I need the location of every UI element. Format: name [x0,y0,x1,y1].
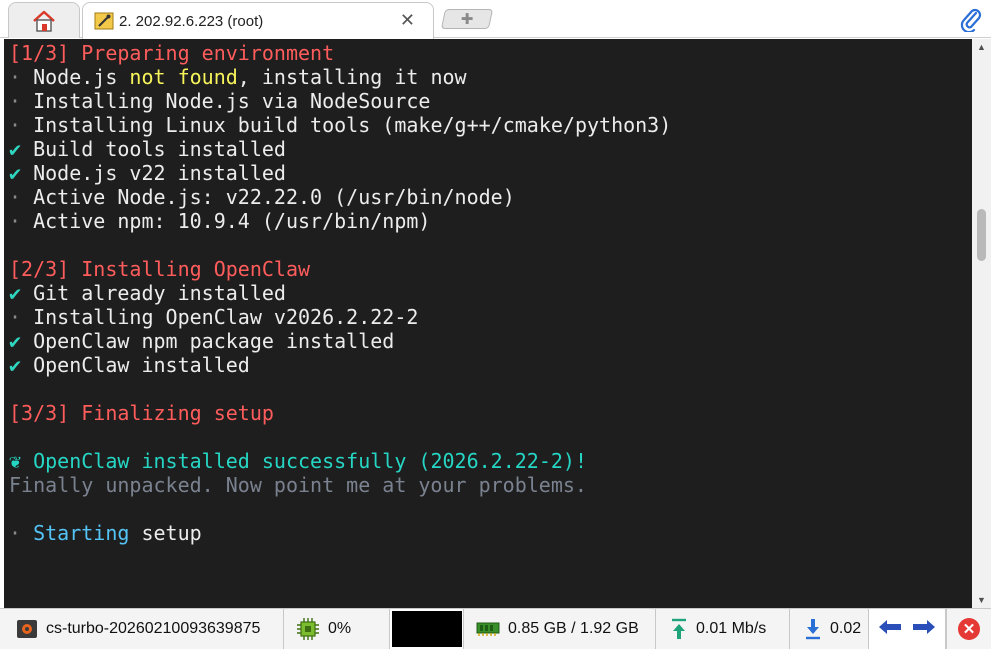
scroll-up-arrow-icon[interactable]: ▲ [972,39,991,55]
terminal-line: ✔ Node.js v22 installed [9,161,972,185]
arrow-left-icon[interactable] [877,618,903,641]
terminal-text-segment: · [9,209,34,233]
terminal-line: ✔ OpenClaw npm package installed [9,329,972,353]
terminal-text-segment: · [9,305,34,329]
status-bar: cs-turbo-20260210093639875 0% 0.85 GB / … [0,608,991,649]
terminal-text-segment: Build tools installed [33,137,286,161]
terminal-line: · Installing Linux build tools (make/g++… [9,113,972,137]
arrow-right-icon[interactable] [911,618,937,641]
terminal-tab-icon [93,11,115,31]
download-arrow-icon [804,618,822,640]
terminal-line: Finally unpacked. Now point me at your p… [9,473,972,497]
terminal-line: · Active Node.js: v22.22.0 (/usr/bin/nod… [9,185,972,209]
terminal-text-segment: , installing it now [237,65,467,89]
server-icon [16,619,38,639]
terminal-text-segment: ✔ [9,353,34,377]
home-icon [33,10,55,32]
terminal-text-segment: [1/3] Preparing environment [9,41,335,65]
terminal-text-segment: · [9,65,34,89]
upload-segment[interactable]: 0.01 Mb/s [656,609,790,649]
terminal-text-segment: not found [129,65,238,89]
tab-bar: 2. 202.92.6.223 (root) ✕ ✚ [0,0,991,39]
terminal-text-segment: Starting [33,521,130,545]
terminal-text-segment: [2/3] Installing OpenClaw [9,257,311,281]
host-segment[interactable]: cs-turbo-20260210093639875 [0,609,284,649]
terminal-line: ✔ Build tools installed [9,137,972,161]
terminal-text-segment: Node.js [33,65,130,89]
terminal-text-segment: · [9,89,34,113]
terminal-line: · Starting setup [9,521,972,545]
close-session-segment[interactable]: ✕ [946,609,991,649]
new-tab-button[interactable]: ✚ [440,9,494,29]
memory-usage-label: 0.85 GB / 1.92 GB [508,620,639,637]
scroll-down-arrow-icon[interactable]: ▼ [972,592,991,608]
terminal-line: · Node.js not found, installing it now [9,65,972,89]
plus-icon: ✚ [460,10,474,28]
terminal-text-segment: OpenClaw npm package installed [33,329,395,353]
terminal-text-segment: [3/3] Finalizing setup [9,401,274,425]
cpu-graph-canvas [392,611,462,647]
vertical-scrollbar[interactable]: ▲ ▼ [972,39,991,608]
terminal-line: · Installing Node.js via NodeSource [9,89,972,113]
session-tab[interactable]: 2. 202.92.6.223 (root) ✕ [82,2,434,39]
terminal-text-segment: setup [129,521,202,545]
memory-segment[interactable]: 0.85 GB / 1.92 GB [464,609,656,649]
terminal-text-segment: ❦ [9,449,34,473]
cpu-graph [390,609,464,649]
close-tab-icon[interactable]: ✕ [400,11,415,29]
cpu-usage-label: 0% [328,620,352,637]
terminal-text-segment: OpenClaw installed [33,353,250,377]
terminal-text-segment: · [9,521,34,545]
paperclip-icon[interactable] [959,6,983,34]
cpu-icon [296,617,320,641]
statusbar-scroll-arrows [868,609,946,649]
terminal-line: · Installing OpenClaw v2026.2.22-2 [9,305,972,329]
terminal-text-segment: Finally unpacked. Now point me at your p… [9,473,587,497]
terminal-text-segment: Installing Linux build tools (make/g++/c… [33,113,672,137]
memory-icon [476,621,500,637]
terminal-text-segment: Installing OpenClaw v2026.2.22-2 [33,305,419,329]
terminal-text-segment: Active Node.js: v22.22.0 (/usr/bin/node) [33,185,515,209]
terminal-text-segment: ✔ [9,329,34,353]
terminal-text-segment: Installing Node.js via NodeSource [33,89,431,113]
terminal-output[interactable]: [1/3] Preparing environment · Node.js not… [4,39,972,608]
home-tab[interactable] [8,2,80,38]
terminal-text-segment: ✔ [9,161,34,185]
terminal-line: ❦ OpenClaw installed successfully (2026.… [9,449,972,473]
terminal-text-segment: Node.js v22 installed [33,161,286,185]
terminal-line: [3/3] Finalizing setup [9,401,972,425]
terminal-text-segment: · [9,113,34,137]
terminal-text-segment: ✔ [9,137,34,161]
tab-title: 2. 202.92.6.223 (root) [119,12,264,30]
cpu-segment[interactable]: 0% [284,609,390,649]
terminal-line: ✔ Git already installed [9,281,972,305]
download-speed-label: 0.02 [830,620,862,637]
upload-arrow-icon [670,618,688,640]
close-circle-icon[interactable]: ✕ [958,618,980,640]
terminal-line: · Active npm: 10.9.4 (/usr/bin/npm) [9,209,972,233]
terminal-line: [1/3] Preparing environment [9,41,972,65]
terminal-text-segment: ✔ [9,281,34,305]
download-segment[interactable]: 0.02 [790,609,870,649]
scrollbar-thumb[interactable] [977,209,986,261]
terminal-line: ✔ OpenClaw installed [9,353,972,377]
terminal-text-segment: OpenClaw installed successfully (2026.2.… [33,449,587,473]
terminal-text-segment: · [9,185,34,209]
upload-speed-label: 0.01 Mb/s [696,620,767,637]
hostname-label: cs-turbo-20260210093639875 [46,620,261,637]
terminal-text-segment: Git already installed [33,281,286,305]
terminal-text-segment: Active npm: 10.9.4 (/usr/bin/npm) [33,209,431,233]
terminal-line: [2/3] Installing OpenClaw [9,257,972,281]
